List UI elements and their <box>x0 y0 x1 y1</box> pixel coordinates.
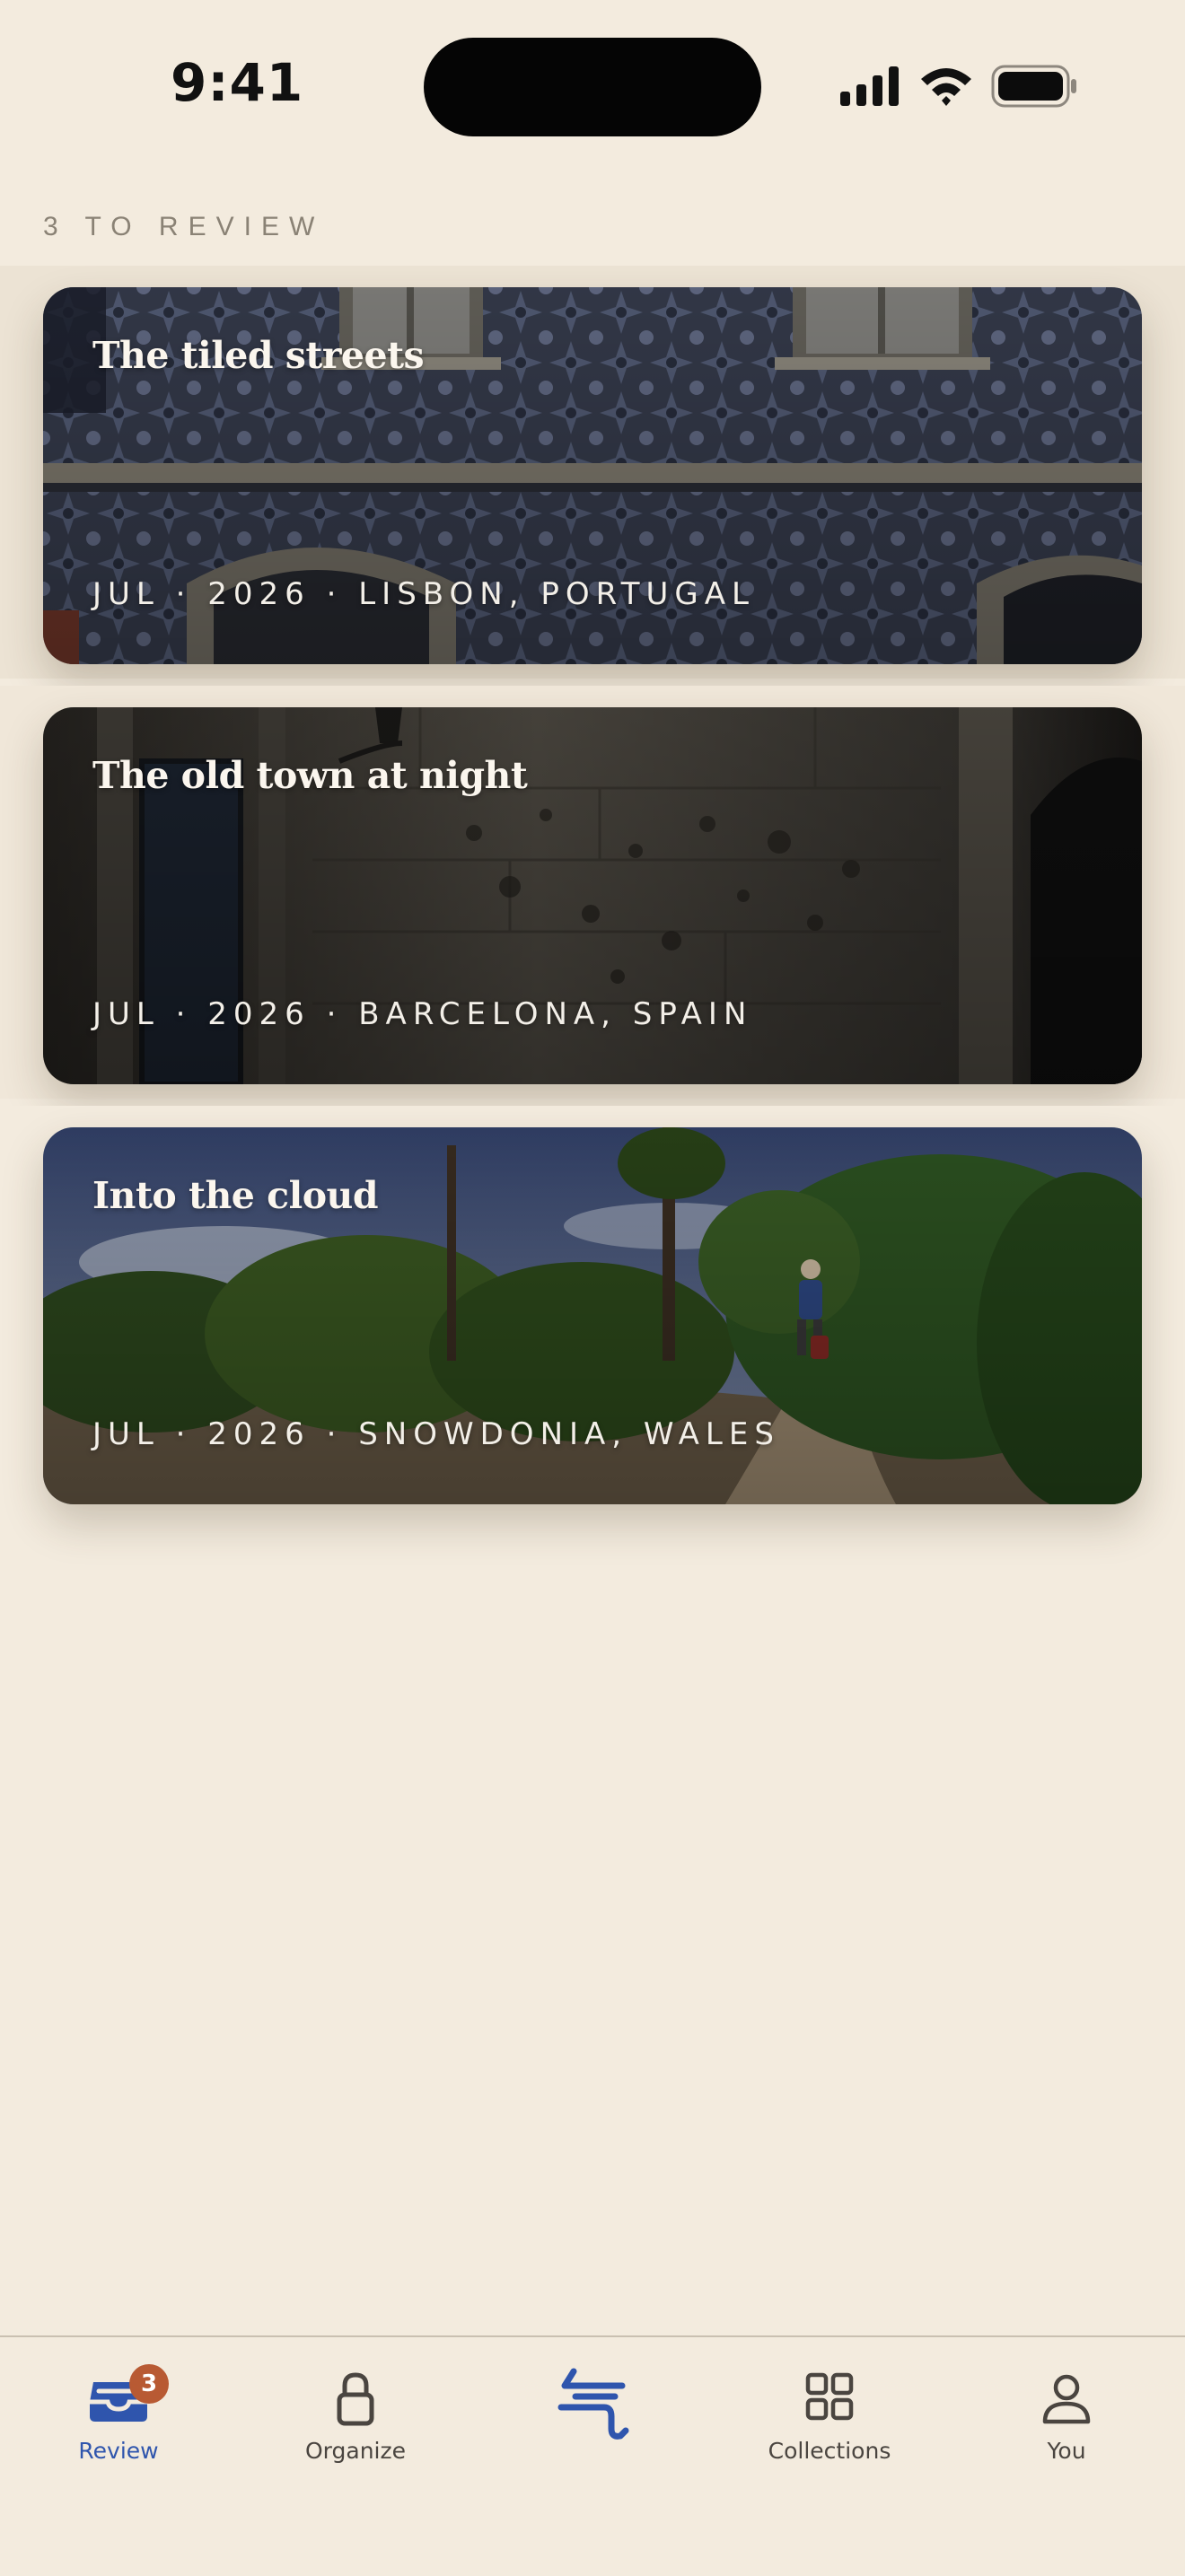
review-card-row: The old town at night JUL · 2026 · BARCE… <box>0 686 1185 1099</box>
wifi-icon <box>921 68 971 106</box>
tab-you[interactable]: You <box>968 2370 1165 2477</box>
tab-bar: 3 Review Organize Collections You <box>0 2335 1185 2576</box>
review-card-barcelona[interactable]: The old town at night JUL · 2026 · BARCE… <box>43 707 1142 1084</box>
status-bar: 9:41 <box>0 0 1185 171</box>
card-title: Into the cloud <box>92 1174 379 1217</box>
review-card-row: The tiled streets JUL · 2026 · LISBON, P… <box>0 266 1185 679</box>
card-title: The tiled streets <box>92 334 425 377</box>
app-logo-icon <box>557 2368 629 2440</box>
battery-icon <box>991 65 1076 108</box>
tab-you-label: You <box>1047 2438 1086 2464</box>
review-card-snowdonia[interactable]: Into the cloud JUL · 2026 · SNOWDONIA, W… <box>43 1127 1142 1504</box>
cellular-signal-icon <box>840 66 899 106</box>
tab-collections-label: Collections <box>768 2438 891 2464</box>
tab-center-logo[interactable] <box>494 2364 691 2472</box>
tab-organize-label: Organize <box>305 2438 406 2464</box>
review-count-label: 3 TO REVIEW <box>43 212 325 241</box>
card-meta: JUL · 2026 · LISBON, PORTUGAL <box>92 576 755 612</box>
grid-icon <box>805 2372 854 2421</box>
status-time: 9:41 <box>171 52 304 113</box>
lock-icon <box>337 2372 374 2426</box>
card-meta: JUL · 2026 · BARCELONA, SPAIN <box>92 996 753 1032</box>
tab-collections[interactable]: Collections <box>731 2370 928 2477</box>
review-card-row: Into the cloud JUL · 2026 · SNOWDONIA, W… <box>0 1106 1185 1519</box>
tab-review[interactable]: 3 Review <box>20 2364 217 2477</box>
tab-review-label: Review <box>78 2438 159 2464</box>
dynamic-island <box>424 38 761 136</box>
card-title: The old town at night <box>92 754 528 797</box>
tab-organize[interactable]: Organize <box>257 2370 454 2477</box>
review-card-lisbon[interactable]: The tiled streets JUL · 2026 · LISBON, P… <box>43 287 1142 664</box>
person-icon <box>1042 2374 1091 2424</box>
review-badge: 3 <box>129 2364 169 2404</box>
card-meta: JUL · 2026 · SNOWDONIA, WALES <box>92 1416 780 1452</box>
